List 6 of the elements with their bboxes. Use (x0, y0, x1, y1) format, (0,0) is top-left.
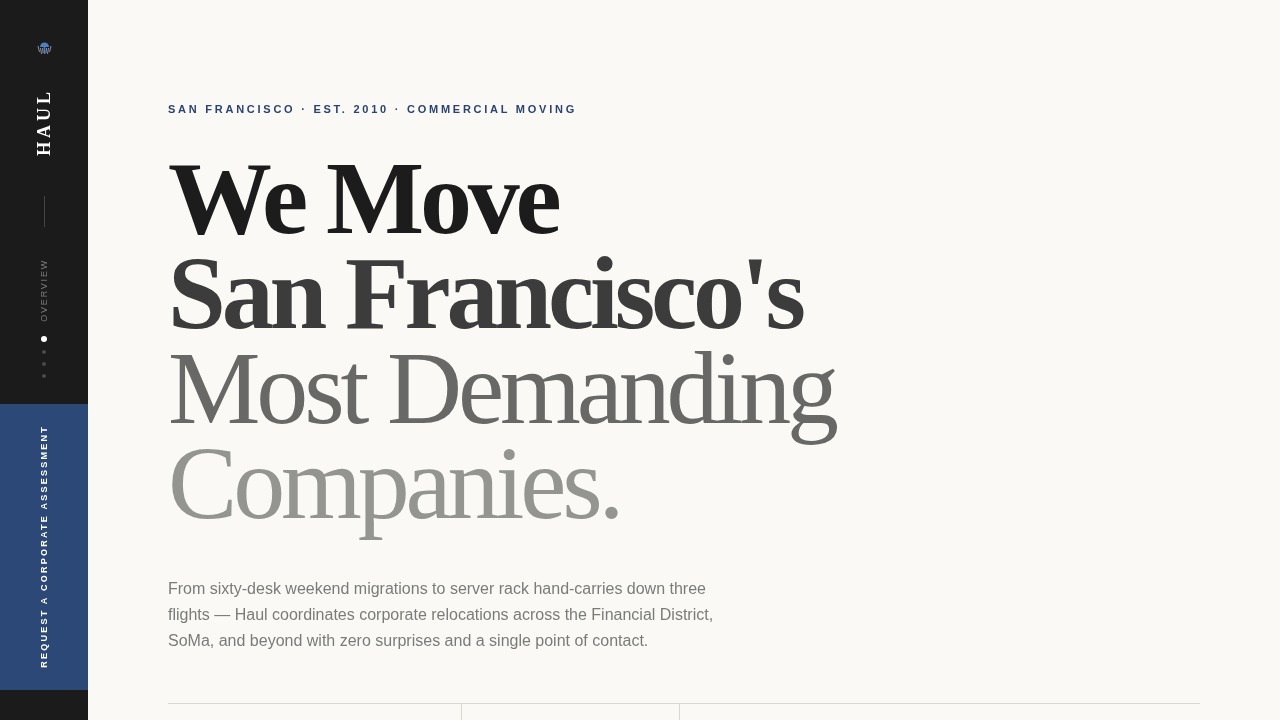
eyebrow-text: SAN FRANCISCO · EST. 2010 · COMMERCIAL MOVING (168, 102, 577, 116)
dome-logo-icon (36, 40, 52, 55)
intro-paragraph: From sixty-desk weekend migrations to server rack hand-carries down three flights — Haul coordinates corporate relocations across the Financial District, SoMa, and beyond with zero surprises and a single point of contact. (168, 579, 715, 651)
brand-logo[interactable]: HAUL (35, 88, 53, 156)
assessment-button[interactable]: REQUEST A CORPORATE ASSESSMENT (0, 403, 88, 690)
section-label: OVERVIEW (39, 258, 49, 322)
